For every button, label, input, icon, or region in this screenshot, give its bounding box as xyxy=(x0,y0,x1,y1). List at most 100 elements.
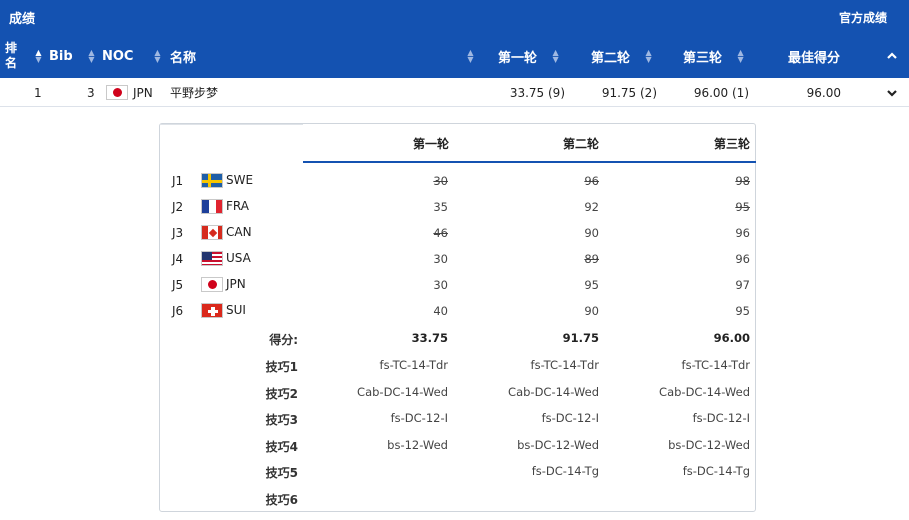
judge-score: 92 xyxy=(584,200,599,214)
trick-value: bs-12-Wed xyxy=(387,438,448,452)
score-detail-panel: 第一轮 第二轮 第三轮 J1 SWE 30 96 98 J2 FRA 35 92… xyxy=(159,123,756,512)
judge-noc: SUI xyxy=(226,303,246,317)
judge-score: 30 xyxy=(433,174,448,188)
judge-score: 97 xyxy=(735,278,750,292)
round-total: 96.00 xyxy=(713,331,750,345)
round3-value: 96.00 (1) xyxy=(693,85,749,100)
chevron-down-icon[interactable] xyxy=(886,78,898,107)
trick-row: 技巧6 xyxy=(160,485,757,511)
best-score-value: 96.00 xyxy=(806,85,841,100)
judge-row: J1 SWE 30 96 98 xyxy=(160,168,757,194)
round-total: 33.75 xyxy=(411,331,448,345)
sort-arrows-icon: ▲ ▼ xyxy=(88,48,95,64)
judge-score: 40 xyxy=(433,304,448,318)
trick-row: 技巧5 fs-DC-14-Tg fs-DC-14-Tg xyxy=(160,458,757,484)
detail-round2-header: 第二轮 xyxy=(562,137,599,151)
sweden-flag-icon xyxy=(201,173,223,188)
canada-flag-icon xyxy=(201,225,223,240)
col-header-r3[interactable]: 第三轮 ▲ ▼ xyxy=(683,34,745,78)
judge-row: J2 FRA 35 92 95 xyxy=(160,194,757,220)
header-underline xyxy=(303,161,756,163)
col-header-noc[interactable]: ▲ ▼ NOC xyxy=(81,34,133,78)
col-header-rank[interactable]: 排名 xyxy=(2,34,20,78)
name-sort-toggle[interactable]: ▲ ▼ xyxy=(460,34,475,78)
trick-label: 技巧2 xyxy=(265,387,298,401)
judge-row: J6 SUI 40 90 95 xyxy=(160,298,757,324)
judge-row: J5 JPN 30 95 97 xyxy=(160,272,757,298)
trick-value: bs-DC-12-Wed xyxy=(517,438,599,452)
judge-score: 90 xyxy=(584,304,599,318)
trick-label: 技巧1 xyxy=(265,360,298,374)
judge-score: 95 xyxy=(735,304,750,318)
trick-value: fs-DC-14-Tg xyxy=(682,464,750,478)
col-header-rank-label: 排名 xyxy=(4,41,17,70)
detail-round1-header: 第一轮 xyxy=(412,137,449,151)
col-header-r1[interactable]: 第一轮 ▲ ▼ xyxy=(498,34,560,78)
round1-value: 33.75 (9) xyxy=(509,85,565,100)
judge-noc: CAN xyxy=(226,225,252,239)
judge-score: 98 xyxy=(735,174,750,188)
trick-value: Cab-DC-14-Wed xyxy=(357,385,448,399)
france-flag-icon xyxy=(201,199,223,214)
japan-flag-icon xyxy=(106,85,128,100)
judge-id: J1 xyxy=(172,174,184,188)
trick-value: fs-DC-12-I xyxy=(541,411,599,425)
sort-arrows-icon: ▲ ▼ xyxy=(467,48,474,64)
judge-score: 96 xyxy=(735,252,750,266)
judge-noc: FRA xyxy=(226,199,249,213)
results-table-header: 排名 ▲ ▼ Bib ▲ ▼ NOC ▲ ▼ 名称 ▲ ▼ 第一轮 ▲ ▼ 第二轮 ▲ ▼ … xyxy=(0,34,909,78)
judge-id: J4 xyxy=(172,252,184,266)
judge-score: 90 xyxy=(584,226,599,240)
col-header-best[interactable]: 最佳得分 xyxy=(788,34,840,78)
round-total: 91.75 xyxy=(562,331,599,345)
japan-flag-icon xyxy=(201,277,223,292)
col-header-name-label: 名称 xyxy=(170,50,197,66)
trick-label: 技巧4 xyxy=(265,440,298,454)
page-title: 成绩 xyxy=(9,12,36,27)
judge-score: 95 xyxy=(735,200,750,214)
col-header-r2[interactable]: 第二轮 ▲ ▼ xyxy=(591,34,653,78)
switzerland-flag-icon xyxy=(201,303,223,318)
chevron-up-icon[interactable] xyxy=(886,34,898,78)
col-header-bib[interactable]: ▲ ▼ Bib xyxy=(28,34,73,78)
rank-value: 1 xyxy=(34,85,42,100)
official-results-link[interactable]: 官方成绩 xyxy=(839,9,887,26)
trick-value: fs-DC-12-I xyxy=(390,411,448,425)
noc-cell: JPN xyxy=(106,78,153,107)
col-header-bib-label: Bib xyxy=(49,48,73,64)
trick-label: 技巧3 xyxy=(265,413,298,427)
trick-row: 技巧1 fs-TC-14-Tdr fs-TC-14-Tdr fs-TC-14-T… xyxy=(160,352,757,378)
sort-arrows-icon: ▲ ▼ xyxy=(154,48,161,64)
trick-row: 技巧2 Cab-DC-14-Wed Cab-DC-14-Wed Cab-DC-1… xyxy=(160,379,757,405)
judge-row: J3 CAN 46 90 96 xyxy=(160,220,757,246)
trick-value: Cab-DC-14-Wed xyxy=(508,385,599,399)
trick-label: 技巧6 xyxy=(265,493,298,507)
trick-value: fs-DC-14-Tg xyxy=(531,464,599,478)
judge-score: 95 xyxy=(584,278,599,292)
trick-row: 技巧3 fs-DC-12-I fs-DC-12-I fs-DC-12-I xyxy=(160,405,757,431)
sort-arrows-icon: ▲ ▼ xyxy=(737,48,744,64)
results-title-bar: 成绩 官方成绩 xyxy=(0,0,909,34)
judge-score: 46 xyxy=(433,226,448,240)
judge-noc: SWE xyxy=(226,173,254,187)
table-row[interactable]: 1 3 JPN 平野步梦 33.75 (9) 91.75 (2) 96.00 (… xyxy=(0,78,909,107)
round2-value: 91.75 (2) xyxy=(601,85,657,100)
score-total-row: 得分: 33.75 91.75 96.00 xyxy=(160,325,757,351)
judge-noc: USA xyxy=(226,251,251,265)
trick-value: fs-TC-14-Tdr xyxy=(379,358,448,372)
noc-value: JPN xyxy=(133,85,153,100)
judge-id: J6 xyxy=(172,304,184,318)
sort-arrows-icon: ▲ ▼ xyxy=(645,48,652,64)
col-header-r1-label: 第一轮 xyxy=(498,50,538,66)
judge-score: 96 xyxy=(584,174,599,188)
judge-score: 96 xyxy=(735,226,750,240)
athlete-name[interactable]: 平野步梦 xyxy=(170,78,218,107)
trick-value: fs-TC-14-Tdr xyxy=(530,358,599,372)
judge-score: 89 xyxy=(584,252,599,266)
col-header-name[interactable]: ▲ ▼ 名称 xyxy=(147,34,196,78)
judge-id: J3 xyxy=(172,226,184,240)
col-header-noc-label: NOC xyxy=(102,48,134,64)
col-header-best-label: 最佳得分 xyxy=(788,50,841,66)
judge-row: J4 USA 30 89 96 xyxy=(160,246,757,272)
trick-row: 技巧4 bs-12-Wed bs-DC-12-Wed bs-DC-12-Wed xyxy=(160,432,757,458)
